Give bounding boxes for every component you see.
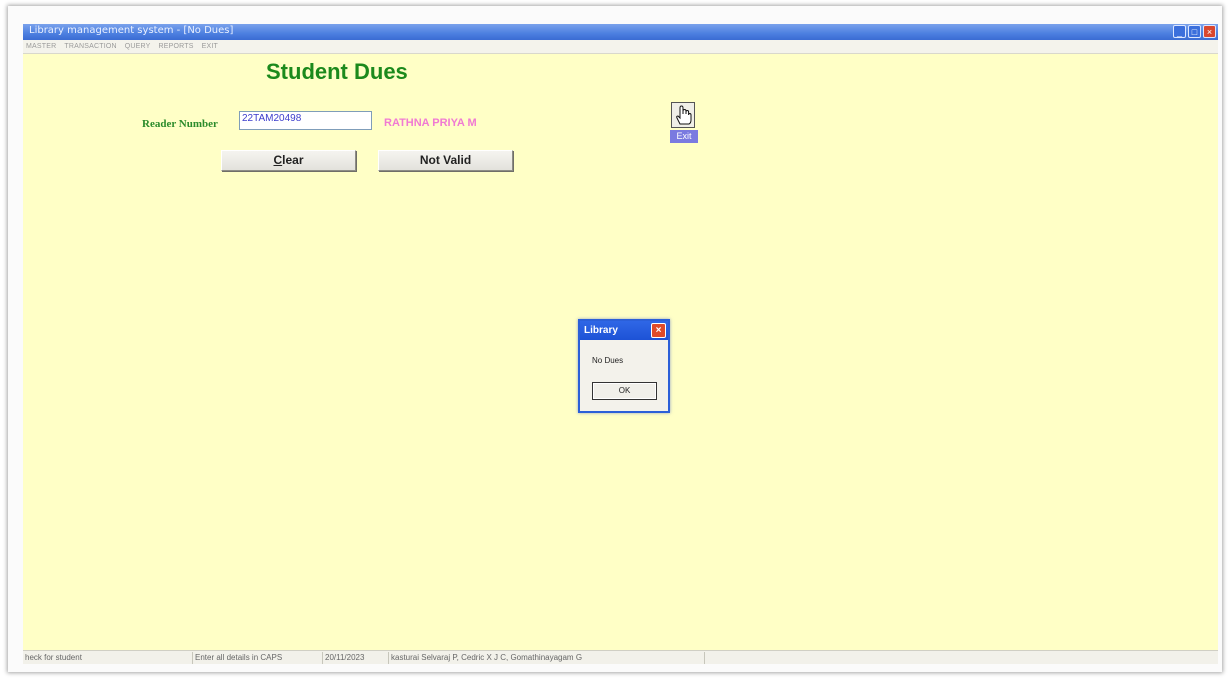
menu-exit[interactable]: EXIT xyxy=(202,40,218,53)
menu-master[interactable]: MASTER xyxy=(26,40,56,53)
window-controls: _ □ × xyxy=(1173,25,1216,38)
menu-bar: MASTER TRANSACTION QUERY REPORTS EXIT xyxy=(23,40,1218,54)
status-bar: heck for student Enter all details in CA… xyxy=(23,650,1218,664)
reader-number-label: Reader Number xyxy=(142,118,218,130)
clear-button-rest: lear xyxy=(282,153,304,167)
reader-name-text: RATHNA PRIYA M xyxy=(384,117,477,129)
status-cell-date: 20/11/2023 xyxy=(323,652,389,664)
reader-number-input[interactable]: 22TAM20498 xyxy=(239,111,372,130)
exit-label: Exit xyxy=(670,130,698,143)
hand-pointer-icon xyxy=(671,102,695,128)
title-bar: Library management system - [No Dues] _ … xyxy=(23,24,1218,40)
dialog-message: No Dues xyxy=(592,356,624,365)
status-cell-instructions: Enter all details in CAPS xyxy=(193,652,323,664)
maximize-button[interactable]: □ xyxy=(1188,25,1201,38)
page-title: Student Dues xyxy=(266,59,408,84)
close-window-button[interactable]: × xyxy=(1203,25,1216,38)
clear-button-accel: C xyxy=(273,153,283,167)
exit-button[interactable]: Exit xyxy=(669,101,699,143)
menu-transaction[interactable]: TRANSACTION xyxy=(64,40,116,53)
dialog-close-button[interactable]: × xyxy=(651,323,666,338)
status-cell-hint: heck for student xyxy=(23,652,193,664)
window-title: Library management system - [No Dues] xyxy=(29,25,234,36)
dialog-title-bar: Library × xyxy=(580,321,668,340)
menu-query[interactable]: QUERY xyxy=(125,40,151,53)
not-valid-button[interactable]: Not Valid xyxy=(378,150,513,171)
menu-reports[interactable]: REPORTS xyxy=(159,40,194,53)
clear-button[interactable]: Clear xyxy=(221,150,356,171)
dialog-ok-button[interactable]: OK xyxy=(592,382,657,400)
dialog-title: Library xyxy=(584,325,618,336)
message-dialog: Library × No Dues OK xyxy=(578,319,670,413)
app-window: Library management system - [No Dues] _ … xyxy=(23,24,1218,664)
status-cell-credits: kasturai Selvaraj P, Cedric X J C, Gomat… xyxy=(389,652,705,664)
minimize-button[interactable]: _ xyxy=(1173,25,1186,38)
